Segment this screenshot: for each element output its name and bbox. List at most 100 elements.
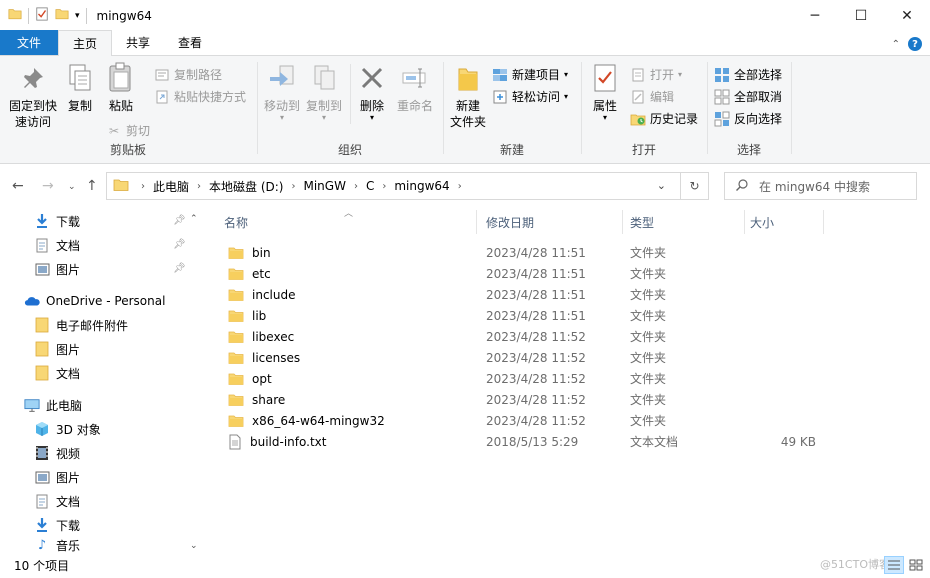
- nav-item-videos[interactable]: 视频: [34, 442, 80, 464]
- details-view-icon[interactable]: [884, 556, 904, 574]
- nav-item-onedrive-documents[interactable]: 文档: [34, 362, 80, 384]
- properties-icon[interactable]: [35, 7, 49, 24]
- nav-item-music[interactable]: ♪ 音乐: [34, 538, 80, 553]
- column-divider[interactable]: [744, 210, 745, 234]
- nav-item-pictures[interactable]: 图片: [34, 258, 80, 280]
- copy-to-button[interactable]: 复制到 ▾: [304, 62, 344, 122]
- folder-icon: [228, 372, 244, 386]
- address-bar[interactable]: › 此电脑 › 本地磁盘 (D:) › MinGW › C › mingw64 …: [106, 172, 709, 200]
- recent-locations-chevron-icon[interactable]: ⌄: [68, 182, 76, 192]
- scroll-down-icon[interactable]: ⌄: [190, 541, 198, 551]
- table-row[interactable]: bin 2023/4/28 11:51 文件夹: [224, 242, 844, 263]
- chevron-down-icon[interactable]: ⌄: [657, 179, 666, 192]
- tab-share[interactable]: 共享: [112, 30, 164, 55]
- tab-home[interactable]: 主页: [58, 30, 113, 56]
- quick-access-toolbar: ▾: [0, 7, 87, 24]
- open-button[interactable]: 打开 ▾: [630, 66, 682, 83]
- nav-item-this-pc[interactable]: 此电脑: [24, 394, 82, 416]
- close-button[interactable]: ✕: [884, 0, 930, 31]
- table-row[interactable]: libexec 2023/4/28 11:52 文件夹: [224, 326, 844, 347]
- edit-button[interactable]: 编辑: [630, 88, 674, 105]
- group-select: 全部选择 全部取消 反向选择 选择: [708, 60, 790, 160]
- maximize-button[interactable]: ☐: [838, 0, 884, 31]
- table-row[interactable]: include 2023/4/28 11:51 文件夹: [224, 284, 844, 305]
- nav-scrollbar[interactable]: ⌃ ⌄: [188, 208, 203, 553]
- download-icon: [34, 517, 50, 533]
- column-header-date[interactable]: 修改日期: [486, 208, 622, 236]
- nav-item-pc-pictures[interactable]: 图片: [34, 466, 80, 488]
- back-arrow-icon[interactable]: ←: [12, 178, 24, 194]
- nav-item-documents[interactable]: 文档: [34, 234, 80, 256]
- breadcrumb-item[interactable]: mingw64: [388, 179, 455, 193]
- search-input[interactable]: 在 mingw64 中搜索: [724, 172, 917, 200]
- chevron-right-icon[interactable]: ›: [139, 181, 147, 192]
- chevron-right-icon[interactable]: ›: [380, 181, 388, 192]
- column-divider[interactable]: [476, 210, 477, 234]
- breadcrumb-item[interactable]: 本地磁盘 (D:): [203, 178, 289, 195]
- nav-item-downloads[interactable]: 下载: [34, 210, 80, 232]
- column-header-type[interactable]: 类型: [630, 208, 742, 236]
- up-arrow-icon[interactable]: ↑: [86, 178, 98, 194]
- paste-shortcut-button[interactable]: 粘贴快捷方式: [154, 88, 246, 105]
- chevron-right-icon[interactable]: ›: [289, 181, 297, 192]
- pin-icon[interactable]: 📌︎: [173, 215, 186, 226]
- column-header-size[interactable]: 大小: [750, 208, 820, 236]
- customize-qa-dropdown[interactable]: ▾: [75, 11, 80, 21]
- copy-to-icon: [308, 62, 340, 94]
- nav-item-onedrive[interactable]: OneDrive - Personal: [24, 290, 165, 312]
- table-row[interactable]: lib 2023/4/28 11:51 文件夹: [224, 305, 844, 326]
- large-icons-view-icon[interactable]: [906, 556, 926, 574]
- chevron-right-icon[interactable]: ›: [195, 181, 203, 192]
- scroll-up-icon[interactable]: ⌃: [190, 214, 198, 224]
- nav-item-email-attachments[interactable]: 电子邮件附件: [34, 314, 128, 336]
- minimize-button[interactable]: ─: [792, 0, 838, 31]
- delete-button[interactable]: 删除 ▾: [354, 62, 390, 122]
- file-type: 文本文档: [630, 435, 679, 449]
- new-item-button[interactable]: 新建项目 ▾: [492, 66, 568, 83]
- table-row[interactable]: share 2023/4/28 11:52 文件夹: [224, 389, 844, 410]
- properties-button[interactable]: 属性 ▾: [588, 62, 622, 122]
- move-to-button[interactable]: 移动到 ▾: [262, 62, 302, 122]
- column-header-name[interactable]: 名称: [224, 208, 482, 236]
- refresh-icon[interactable]: ↻: [680, 173, 708, 199]
- select-all-button[interactable]: 全部选择: [714, 66, 782, 83]
- edit-icon: [630, 89, 646, 105]
- nav-item-onedrive-pictures[interactable]: 图片: [34, 338, 80, 360]
- invert-selection-button[interactable]: 反向选择: [714, 110, 782, 127]
- breadcrumb-item[interactable]: 此电脑: [147, 178, 195, 195]
- breadcrumb-item[interactable]: C: [360, 179, 380, 193]
- chevron-up-icon[interactable]: ⌃: [892, 39, 900, 50]
- copy-button[interactable]: 复制: [62, 62, 98, 114]
- history-button[interactable]: 历史记录: [630, 110, 698, 127]
- breadcrumb-item[interactable]: MinGW: [297, 179, 351, 193]
- table-row[interactable]: opt 2023/4/28 11:52 文件夹: [224, 368, 844, 389]
- tab-view[interactable]: 查看: [164, 30, 216, 55]
- nav-item-pc-downloads[interactable]: 下载: [34, 514, 80, 536]
- paste-button[interactable]: 粘贴: [102, 62, 140, 114]
- column-divider[interactable]: [622, 210, 623, 234]
- rename-button[interactable]: 重命名: [394, 62, 436, 114]
- chevron-right-icon[interactable]: ›: [456, 181, 464, 192]
- table-row[interactable]: etc 2023/4/28 11:51 文件夹: [224, 263, 844, 284]
- table-row[interactable]: licenses 2023/4/28 11:52 文件夹: [224, 347, 844, 368]
- folder-icon: [34, 365, 50, 381]
- table-row[interactable]: build-info.txt 2018/5/13 5:29 文本文档 49 KB: [224, 431, 844, 452]
- help-icon[interactable]: ?: [908, 37, 922, 51]
- column-divider[interactable]: [823, 210, 824, 234]
- table-row[interactable]: x86_64-w64-mingw32 2023/4/28 11:52 文件夹: [224, 410, 844, 431]
- new-folder-button[interactable]: 新建 文件夹: [448, 62, 488, 130]
- pin-to-quick-access-button[interactable]: 固定到快 速访问: [6, 62, 60, 130]
- nav-item-pc-documents[interactable]: 文档: [34, 490, 80, 512]
- pin-icon[interactable]: 📌︎: [173, 239, 186, 250]
- tab-file[interactable]: 文件: [0, 30, 58, 55]
- pin-icon[interactable]: 📌︎: [173, 263, 186, 274]
- nav-item-3d-objects[interactable]: 3D 对象: [34, 418, 101, 440]
- chevron-right-icon[interactable]: ›: [352, 181, 360, 192]
- copy-path-button[interactable]: 复制路径: [154, 66, 222, 83]
- easy-access-button[interactable]: 轻松访问 ▾: [492, 88, 568, 105]
- select-none-button[interactable]: 全部取消: [714, 88, 782, 105]
- new-folder-icon[interactable]: [55, 7, 69, 24]
- group-organize: 移动到 ▾ 复制到 ▾ 删除 ▾ 重命名 组织: [258, 60, 442, 160]
- cut-button[interactable]: ✂ 剪切: [106, 122, 150, 139]
- forward-arrow-icon[interactable]: →: [42, 178, 54, 194]
